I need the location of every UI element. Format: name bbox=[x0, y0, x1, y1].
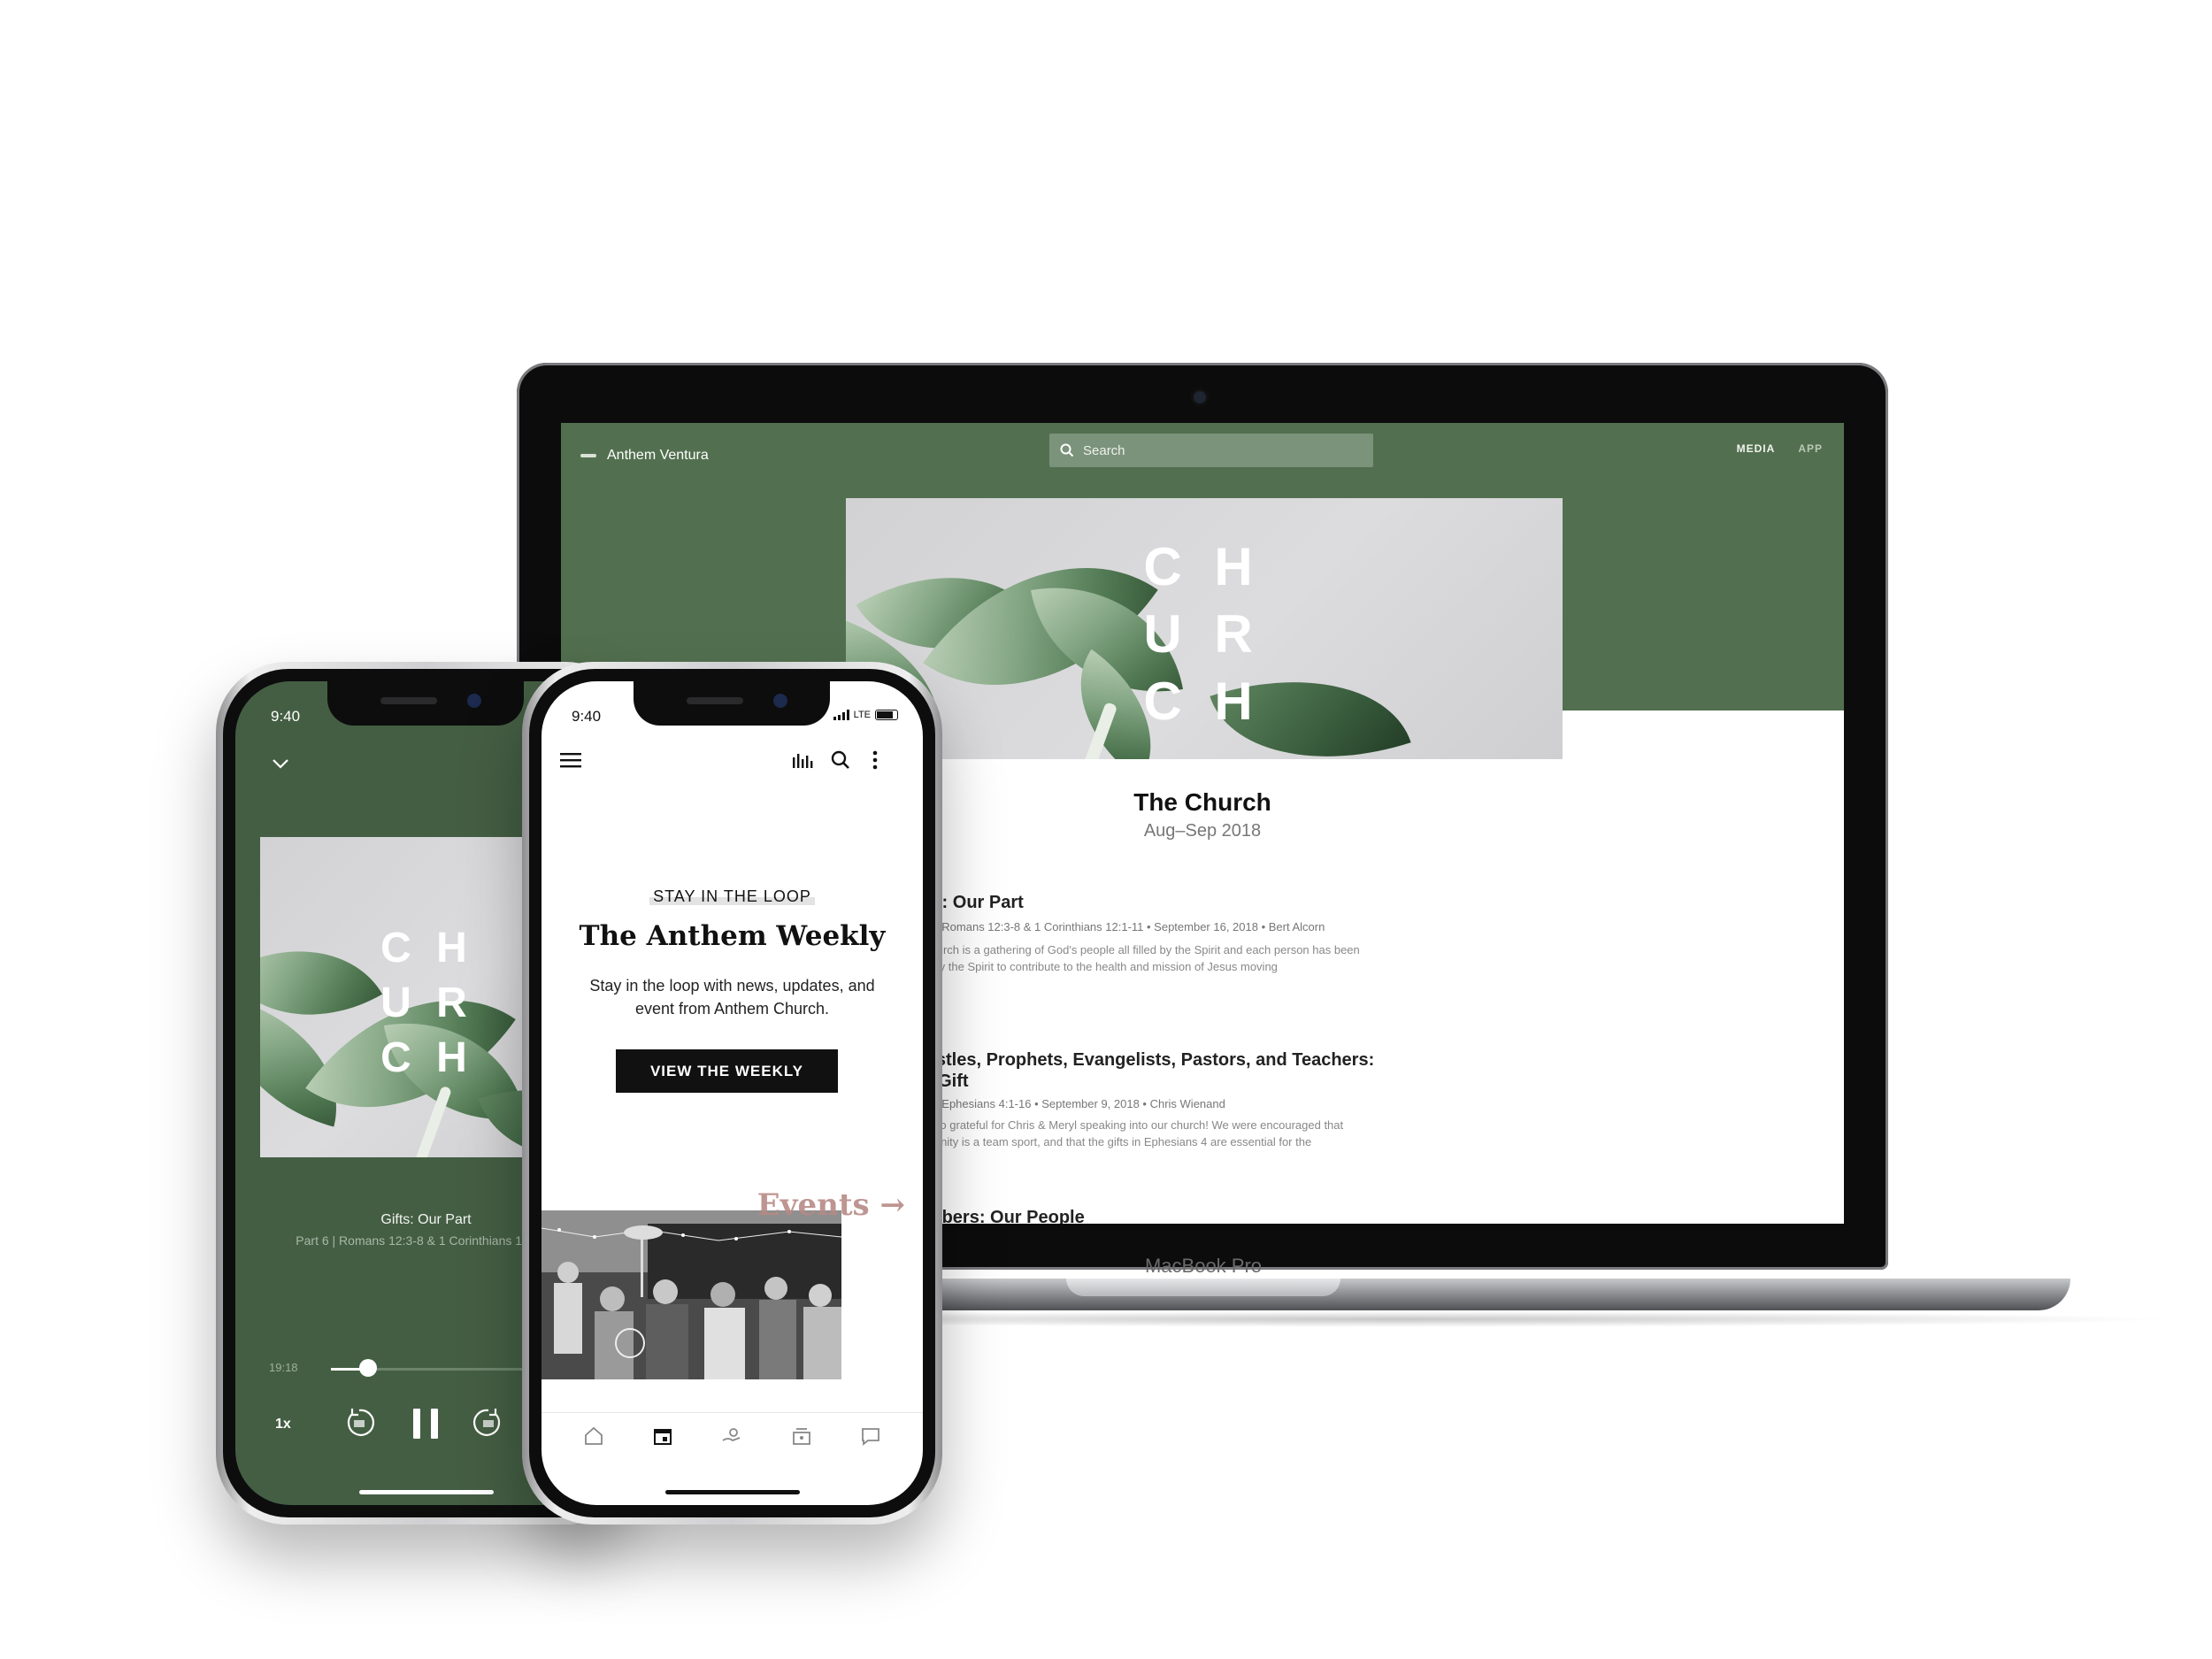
rewind-15-icon[interactable] bbox=[342, 1405, 377, 1440]
newsletter-heading: The Anthem Weekly bbox=[579, 920, 886, 952]
home-indicator bbox=[665, 1490, 800, 1494]
episode-description: We're so grateful for Chris & Meryl spea… bbox=[902, 1118, 1344, 1148]
newsletter-kicker: STAY IN THE LOOP bbox=[541, 887, 923, 906]
search-icon bbox=[1060, 443, 1074, 457]
bottom-tab-bar bbox=[541, 1412, 923, 1458]
events-link[interactable]: Events → bbox=[757, 1187, 905, 1223]
events-photo[interactable] bbox=[541, 1210, 841, 1379]
series-hero-image: CH UR CH bbox=[846, 498, 1563, 759]
laptop-brand-label: MacBook Pro bbox=[1144, 1255, 1263, 1277]
menu-icon[interactable] bbox=[559, 750, 582, 770]
playback-speed-button[interactable]: 1x bbox=[275, 1417, 291, 1432]
signal-icon bbox=[833, 710, 849, 720]
carrier-label: LTE bbox=[853, 710, 871, 720]
anthem-logo-icon bbox=[580, 454, 596, 457]
calendar-icon[interactable] bbox=[651, 1425, 674, 1448]
episode-title: Apostles, Prophets, Evangelists, Pastors… bbox=[902, 1050, 1375, 1091]
phone-notch bbox=[634, 681, 830, 726]
laptop-camera bbox=[1194, 391, 1206, 403]
device-mockup-scene: Anthem Ventura Search MEDIA APP CH UR CH… bbox=[0, 0, 2212, 1659]
app-screen: 9:40 LTE STAY IN THE LOOP The Anthem Wee… bbox=[541, 681, 923, 1505]
site-logo[interactable]: Anthem Ventura bbox=[580, 448, 709, 464]
giving-icon[interactable] bbox=[720, 1425, 743, 1448]
battery-icon bbox=[875, 710, 898, 720]
hero-church-letters: CH UR CH bbox=[1143, 537, 1253, 731]
episode-title: Members: Our People bbox=[902, 1208, 1085, 1224]
audio-bars-icon[interactable] bbox=[791, 750, 814, 770]
progress-handle[interactable] bbox=[359, 1359, 377, 1377]
pause-icon[interactable] bbox=[413, 1409, 440, 1439]
site-nav: MEDIA APP bbox=[1737, 442, 1823, 455]
newsletter-body: Stay in the loop with news, updates, and… bbox=[589, 977, 875, 1018]
media-icon[interactable] bbox=[790, 1425, 813, 1448]
site-logo-text: Anthem Ventura bbox=[607, 448, 709, 463]
status-bar-indicators: LTE bbox=[833, 710, 898, 720]
episode-description: The church is a gathering of God's peopl… bbox=[902, 943, 1360, 973]
view-the-weekly-button[interactable]: VIEW THE WEEKLY bbox=[616, 1049, 838, 1093]
chat-icon[interactable] bbox=[859, 1425, 882, 1448]
more-vertical-icon[interactable] bbox=[872, 750, 879, 770]
elapsed-time: 19:18 bbox=[269, 1361, 298, 1374]
chevron-down-icon[interactable] bbox=[271, 754, 290, 773]
status-time: 9:40 bbox=[271, 708, 301, 725]
nav-app[interactable]: APP bbox=[1798, 442, 1823, 455]
episode-meta: Part 6 | Romans 12:3-8 & 1 Corinthians 1… bbox=[902, 920, 1325, 933]
home-icon[interactable] bbox=[582, 1425, 605, 1448]
episode-title: Gifts: Our Part bbox=[902, 893, 1024, 912]
artwork-church-letters: CH UR CH bbox=[380, 925, 467, 1081]
episode-meta: Part 5 | Ephesians 4:1-16 • September 9,… bbox=[902, 1097, 1225, 1110]
search-icon[interactable] bbox=[831, 750, 850, 770]
phone-notch bbox=[327, 681, 524, 726]
nav-media[interactable]: MEDIA bbox=[1737, 442, 1776, 455]
site-search-input[interactable]: Search bbox=[1049, 434, 1373, 467]
forward-15-icon[interactable] bbox=[471, 1405, 506, 1440]
status-time: 9:40 bbox=[572, 708, 602, 725]
search-placeholder: Search bbox=[1083, 442, 1125, 458]
app-phone: 9:40 LTE STAY IN THE LOOP The Anthem Wee… bbox=[522, 662, 942, 1525]
home-indicator bbox=[359, 1490, 494, 1494]
laptop-opening-notch bbox=[1066, 1279, 1340, 1296]
